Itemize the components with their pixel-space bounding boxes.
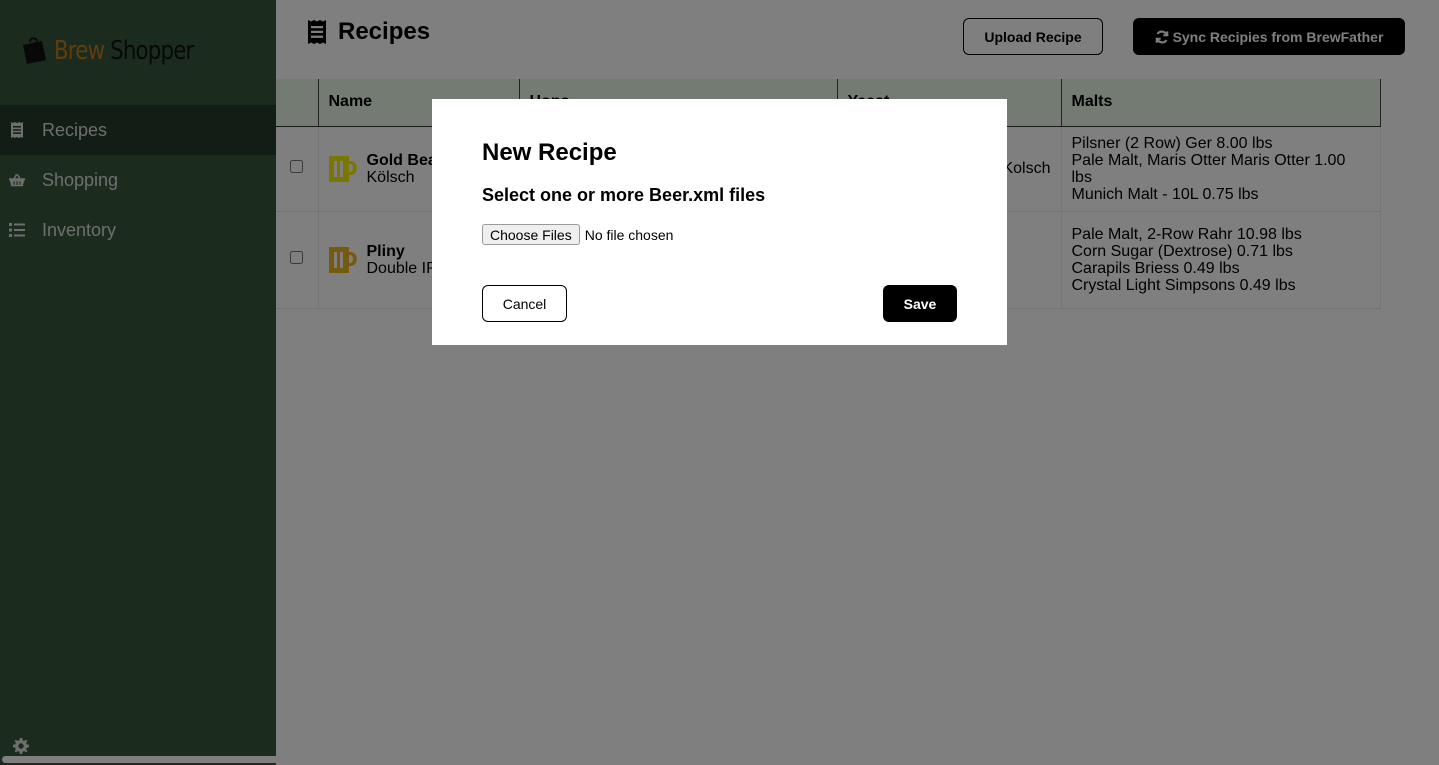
save-button[interactable]: Save — [883, 285, 957, 322]
file-status-text: No file chosen — [584, 226, 674, 243]
vertical-scrollbar[interactable] — [1430, 2, 1437, 727]
new-recipe-modal: New Recipe Select one or more Beer.xml f… — [432, 99, 1007, 345]
file-input[interactable]: Choose Files No file chosen — [482, 224, 673, 245]
choose-files-button[interactable]: Choose Files — [482, 224, 580, 245]
modal-title: New Recipe — [482, 139, 617, 166]
cancel-button[interactable]: Cancel — [482, 285, 567, 322]
horizontal-scrollbar[interactable] — [2, 756, 1192, 763]
modal-subtitle: Select one or more Beer.xml files — [482, 185, 766, 205]
